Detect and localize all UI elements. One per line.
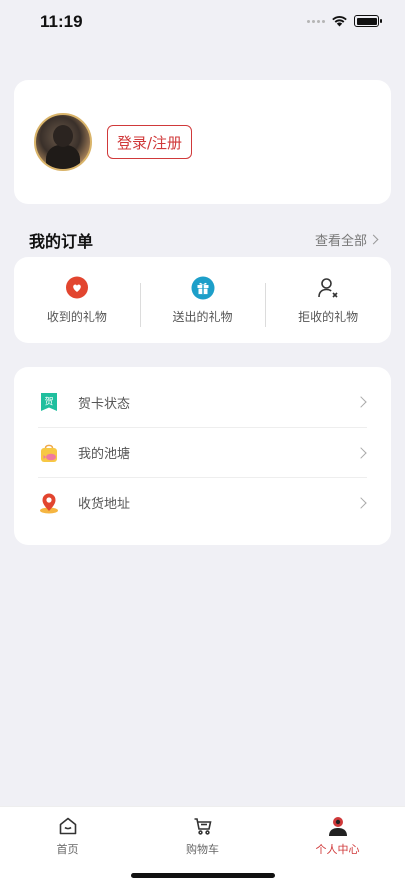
home-icon xyxy=(57,815,79,837)
location-pin-icon xyxy=(38,492,60,514)
order-item-label: 收到的礼物 xyxy=(46,309,107,324)
tab-label: 个人中心 xyxy=(315,843,360,856)
tab-label: 购物车 xyxy=(186,843,219,856)
tab-profile[interactable]: 个人中心 xyxy=(270,807,405,887)
status-bar: 11:19 xyxy=(0,0,405,46)
pond-bag-icon xyxy=(38,442,60,464)
menu-item-label: 贺卡状态 xyxy=(78,396,131,412)
heart-bubble-icon xyxy=(65,276,89,300)
profile-icon xyxy=(327,815,349,837)
signal-icon xyxy=(307,19,325,23)
greeting-card-icon: 贺 xyxy=(38,391,60,413)
chevron-right-icon xyxy=(355,446,367,459)
status-time: 11:19 xyxy=(40,12,83,31)
view-all-orders-link[interactable]: 查看全部 xyxy=(314,230,379,249)
chevron-right-icon xyxy=(368,234,379,245)
order-item-label: 送出的礼物 xyxy=(172,309,233,324)
menu-item-card-status[interactable]: 贺 贺卡状态 xyxy=(38,377,367,427)
orders-card: 收到的礼物 送出的礼物 拒收的礼物 xyxy=(14,257,391,343)
menu-item-label: 我的池塘 xyxy=(78,447,131,462)
tab-home[interactable]: 首页 xyxy=(0,807,135,887)
menu-item-label: 收货地址 xyxy=(78,497,131,512)
wifi-icon xyxy=(332,16,347,27)
order-rejected-gifts[interactable]: 拒收的礼物 xyxy=(265,257,391,343)
chevron-right-icon xyxy=(355,396,367,408)
menu-card: 贺 贺卡状态 我的池塘 收货地址 xyxy=(14,367,391,545)
user-reject-icon xyxy=(316,276,340,300)
menu-item-my-pond[interactable]: 我的池塘 xyxy=(38,427,367,477)
status-icons xyxy=(307,15,382,27)
order-sent-gifts[interactable]: 送出的礼物 xyxy=(139,257,266,343)
home-indicator xyxy=(131,873,275,878)
menu-item-shipping-address[interactable]: 收货地址 xyxy=(38,477,367,527)
orders-title: 我的订单 xyxy=(29,232,94,251)
profile-card: 登录/注册 xyxy=(14,80,391,204)
order-received-gifts[interactable]: 收到的礼物 xyxy=(14,257,140,343)
view-all-label: 查看全部 xyxy=(314,234,367,249)
cart-icon xyxy=(192,815,214,837)
gift-icon xyxy=(191,276,215,300)
order-item-label: 拒收的礼物 xyxy=(298,309,359,324)
chevron-right-icon xyxy=(355,496,367,509)
greeting-card-icon-text: 贺 xyxy=(44,396,53,408)
tab-label: 首页 xyxy=(56,843,79,856)
avatar[interactable] xyxy=(34,113,92,171)
battery-icon xyxy=(354,15,382,27)
login-register-button[interactable]: 登录/注册 xyxy=(107,125,192,159)
